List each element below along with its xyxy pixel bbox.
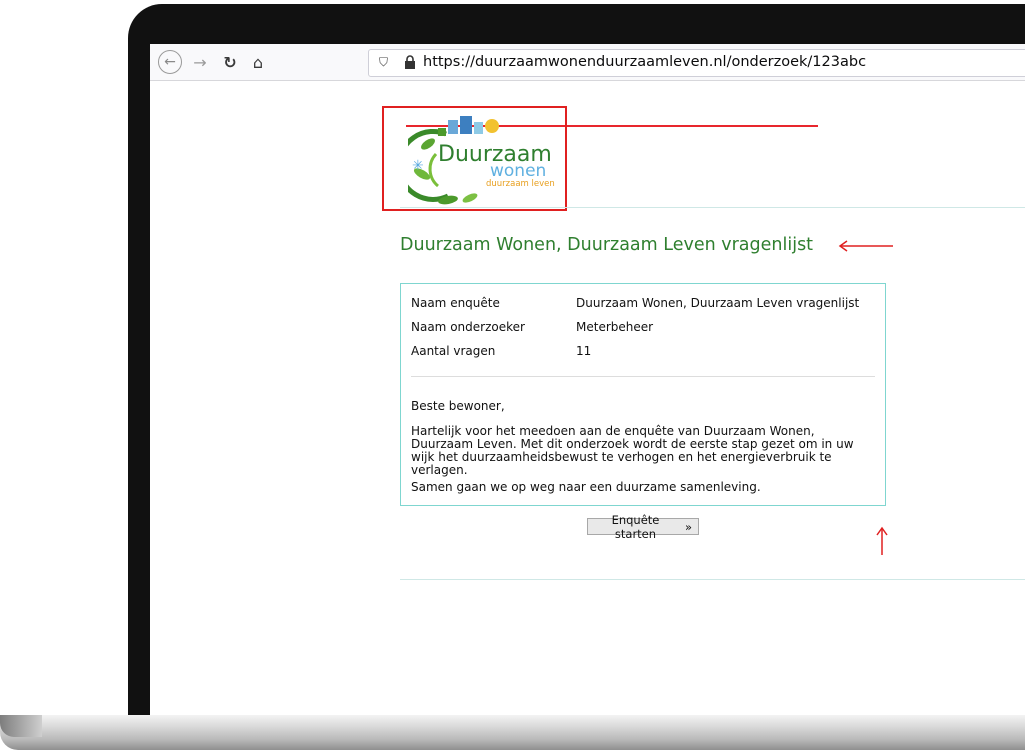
footer-divider — [400, 579, 1025, 580]
info-value: Meterbeheer — [576, 320, 654, 334]
svg-text:✳: ✳ — [412, 158, 424, 174]
home-icon[interactable]: ⌂ — [246, 50, 270, 74]
logo-line-2: wonen — [490, 161, 546, 181]
info-label: Naam enquête — [411, 296, 500, 310]
logo-line-3: duurzaam leven — [486, 179, 555, 189]
laptop-base — [0, 715, 1025, 750]
start-survey-label: Enquête starten — [611, 512, 660, 541]
reload-icon[interactable]: ↻ — [218, 50, 242, 74]
info-label: Naam onderzoeker — [411, 320, 525, 334]
forward-arrow-icon[interactable]: → — [188, 50, 212, 74]
greeting-text: Beste bewoner, — [411, 399, 505, 413]
title-annotation-arrow — [838, 240, 893, 252]
laptop-base-edge — [0, 715, 42, 737]
site-logo: ✳ Duurzaam wonen duurzaam leven — [408, 116, 555, 205]
info-value: Duurzaam Wonen, Duurzaam Leven vragenlij… — [576, 296, 860, 310]
survey-info-card: Naam enquête Duurzaam Wonen, Duurzaam Le… — [400, 283, 886, 506]
header-divider — [400, 207, 1025, 208]
info-value: 11 — [576, 344, 592, 358]
start-survey-button[interactable]: Enquête starten » — [587, 513, 699, 541]
browser-screen: ← → ↻ ⌂ ⛉ https://duurzaamwonenduurzaaml… — [150, 44, 1025, 716]
chevron-right-icon: » — [684, 519, 692, 534]
back-arrow-icon[interactable]: ← — [158, 50, 182, 74]
browser-toolbar: ← → ↻ ⌂ ⛉ https://duurzaamwonenduurzaaml… — [150, 44, 1025, 81]
button-annotation-arrow — [876, 526, 888, 555]
url-text[interactable]: https://duurzaamwonenduurzaamleven.nl/on… — [423, 54, 866, 70]
lock-icon — [405, 55, 415, 69]
shield-icon[interactable]: ⛉ — [379, 55, 391, 69]
address-bar[interactable]: ⛉ https://duurzaamwonenduurzaamleven.nl/… — [368, 49, 1025, 77]
intro-text: Hartelijk voor het meedoen aan de enquêt… — [411, 424, 854, 477]
page-title: Duurzaam Wonen, Duurzaam Leven vragenlij… — [400, 235, 814, 255]
card-divider — [411, 376, 875, 377]
info-label: Aantal vragen — [411, 344, 496, 358]
closing-text: Samen gaan we op weg naar een duurzame s… — [411, 480, 761, 494]
